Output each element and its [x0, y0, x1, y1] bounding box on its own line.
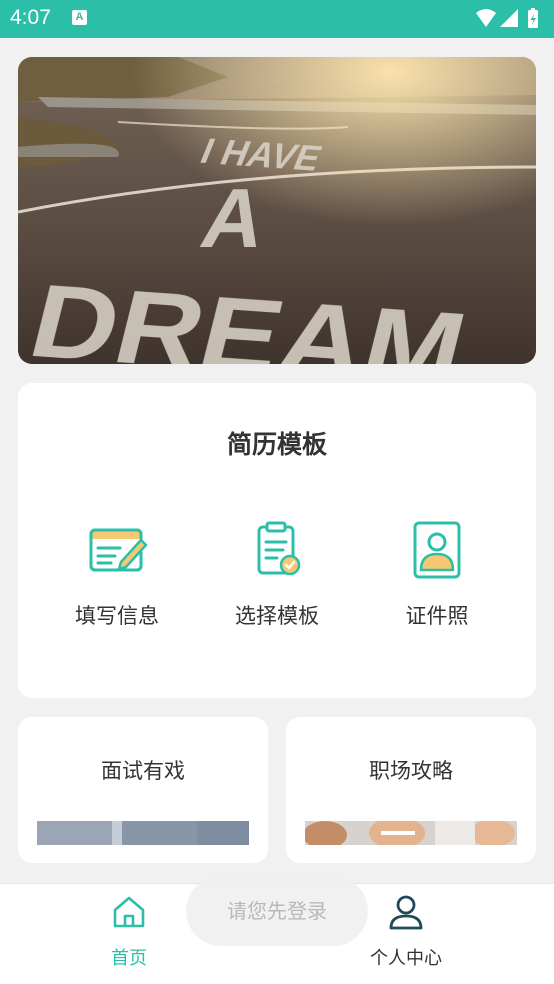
career-tips-card[interactable]: 职场攻略 [286, 717, 536, 863]
status-time: 4:07 [10, 6, 51, 29]
career-card-image [305, 821, 517, 845]
wifi-icon [476, 9, 496, 27]
status-bar: 4:07 A [0, 0, 554, 38]
clipboard-check-icon [257, 521, 301, 576]
feature-label: 证件照 [405, 604, 469, 628]
feature-label: 填写信息 [75, 604, 159, 628]
feature-id-photo[interactable]: 证件照 [357, 518, 517, 630]
interview-card-title: 面试有戏 [101, 759, 185, 783]
id-photo-icon [413, 521, 461, 579]
resume-template-card: 简历模板 填写信息 选择模板 证件照 [18, 383, 536, 698]
nav-home[interactable]: 首页 [69, 892, 189, 970]
interview-card-image [37, 821, 249, 845]
login-toast: 请您先登录 [186, 876, 368, 946]
feature-fill-info[interactable]: 填写信息 [37, 518, 197, 630]
resume-section-title: 简历模板 [226, 430, 327, 459]
banner-image[interactable]: I HAVE A DREAM [18, 57, 536, 364]
signal-icon [500, 9, 518, 27]
battery-icon [528, 8, 538, 28]
career-card-title: 职场攻略 [369, 759, 453, 783]
road-dream-illustration: I HAVE A DREAM [18, 57, 536, 364]
status-icons [476, 8, 538, 28]
notification-icon: A [72, 10, 87, 25]
nav-profile-label: 个人中心 [370, 948, 442, 969]
person-icon [389, 895, 423, 930]
nav-home-label: 首页 [111, 948, 147, 969]
interview-card[interactable]: 面试有戏 [18, 717, 268, 863]
feature-label: 选择模板 [235, 604, 319, 628]
home-icon [113, 896, 145, 928]
feature-choose-template[interactable]: 选择模板 [197, 518, 357, 630]
edit-form-icon [89, 528, 148, 572]
